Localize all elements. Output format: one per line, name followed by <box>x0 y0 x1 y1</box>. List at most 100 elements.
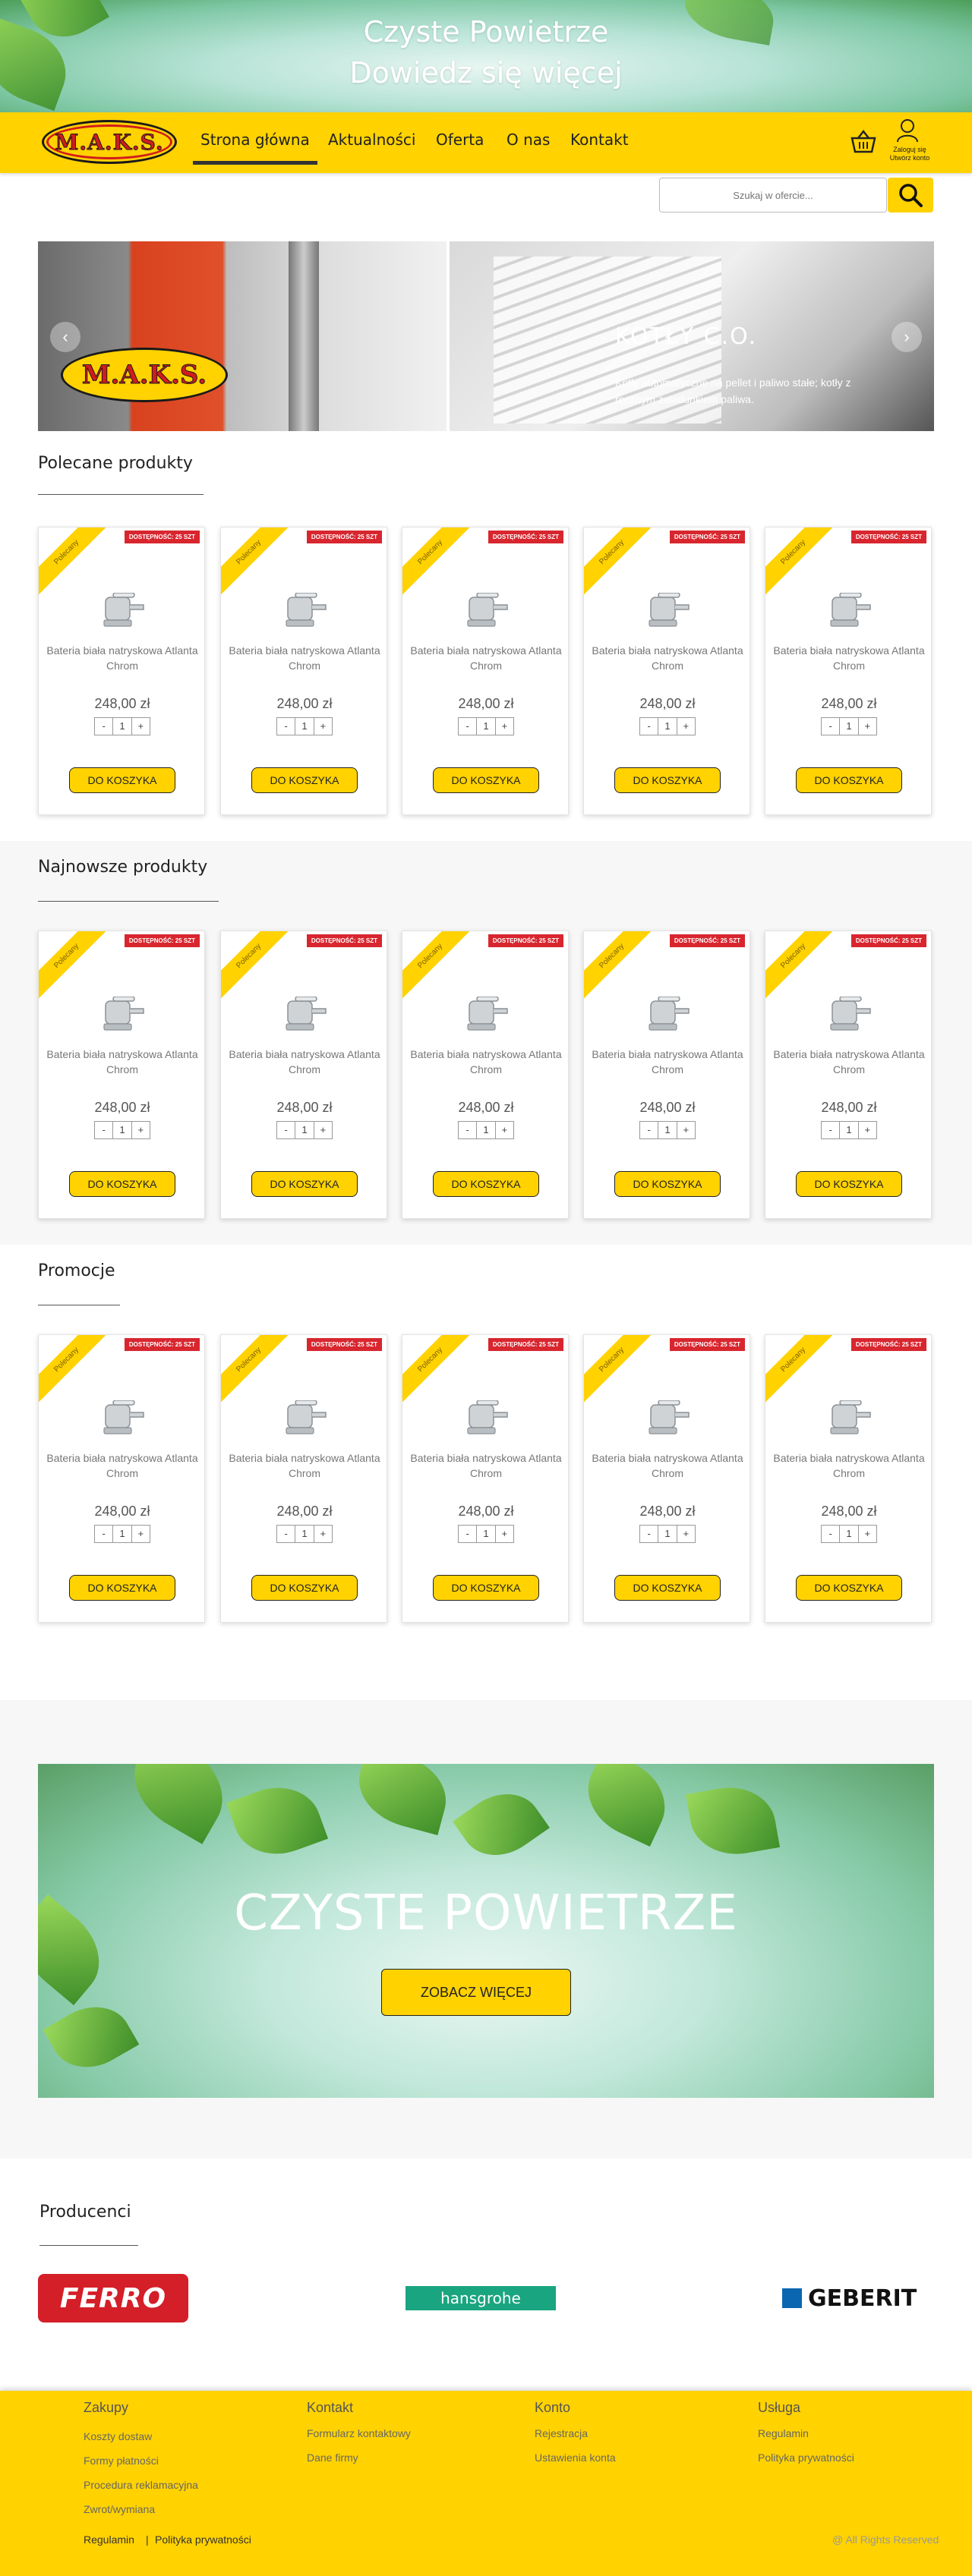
qty-minus-button[interactable]: - <box>822 1526 839 1542</box>
qty-plus-button[interactable]: + <box>494 718 513 735</box>
add-to-cart-button[interactable]: DO KOSZYKA <box>251 767 358 793</box>
site-logo[interactable]: M.A.K.S. <box>42 120 177 164</box>
footer-link[interactable]: Regulamin <box>758 2427 809 2439</box>
register-link[interactable]: Utwórz konto <box>882 154 937 162</box>
qty-plus-button[interactable]: + <box>131 1122 150 1138</box>
qty-value[interactable]: 1 <box>295 718 313 735</box>
add-to-cart-button[interactable]: DO KOSZYKA <box>614 1171 721 1197</box>
banner-title-line2[interactable]: Dowiedz się więcej <box>0 55 972 91</box>
product-card[interactable]: Polecany DOSTĘPNOŚĆ: 25 SZT Bateria biał… <box>220 931 387 1219</box>
add-to-cart-button[interactable]: DO KOSZYKA <box>69 1171 175 1197</box>
qty-minus-button[interactable]: - <box>640 1526 658 1542</box>
add-to-cart-button[interactable]: DO KOSZYKA <box>433 767 539 793</box>
hero-slider[interactable]: M.A.K.S. KOTŁY C.O. Kotły automatyczne n… <box>38 241 934 431</box>
product-name[interactable]: Bateria biała natryskowa Atlanta Chrom <box>46 1450 198 1481</box>
qty-minus-button[interactable]: - <box>95 1122 112 1138</box>
slider-next-button[interactable]: › <box>892 322 922 352</box>
footer-link[interactable]: Formy płatności <box>84 2455 159 2467</box>
product-name[interactable]: Bateria biała natryskowa Atlanta Chrom <box>592 643 743 673</box>
add-to-cart-button[interactable]: DO KOSZYKA <box>433 1171 539 1197</box>
qty-plus-button[interactable]: + <box>313 1122 332 1138</box>
footer-link[interactable]: Dane firmy <box>307 2452 358 2464</box>
add-to-cart-button[interactable]: DO KOSZYKA <box>251 1575 358 1601</box>
footer-link[interactable]: Zwrot/wymiana <box>84 2503 155 2515</box>
footer-link[interactable]: Formularz kontaktowy <box>307 2427 411 2439</box>
product-name[interactable]: Bateria biała natryskowa Atlanta Chrom <box>592 1450 743 1481</box>
product-card[interactable]: Polecany DOSTĘPNOŚĆ: 25 SZT Bateria biał… <box>765 1334 932 1623</box>
add-to-cart-button[interactable]: DO KOSZYKA <box>614 767 721 793</box>
product-card[interactable]: Polecany DOSTĘPNOŚĆ: 25 SZT Bateria biał… <box>38 931 205 1219</box>
qty-plus-button[interactable]: + <box>676 1122 695 1138</box>
qty-value[interactable]: 1 <box>476 1526 494 1542</box>
qty-minus-button[interactable]: - <box>822 718 839 735</box>
nav-home[interactable]: Strona główna <box>193 131 317 165</box>
add-to-cart-button[interactable]: DO KOSZYKA <box>796 1575 902 1601</box>
product-card[interactable]: Polecany DOSTĘPNOŚĆ: 25 SZT Bateria biał… <box>765 931 932 1219</box>
product-card[interactable]: Polecany DOSTĘPNOŚĆ: 25 SZT Bateria biał… <box>583 931 750 1219</box>
qty-plus-button[interactable]: + <box>131 718 150 735</box>
qty-minus-button[interactable]: - <box>459 718 476 735</box>
product-card[interactable]: Polecany DOSTĘPNOŚĆ: 25 SZT Bateria biał… <box>765 527 932 815</box>
qty-minus-button[interactable]: - <box>277 1122 295 1138</box>
brand-hansgrohe[interactable]: hansgrohe <box>406 2286 556 2310</box>
qty-plus-button[interactable]: + <box>676 718 695 735</box>
basket-icon[interactable] <box>849 129 878 155</box>
see-more-button[interactable]: ZOBACZ WIĘCEJ <box>381 1969 571 2016</box>
product-card[interactable]: Polecany DOSTĘPNOŚĆ: 25 SZT Bateria biał… <box>583 527 750 815</box>
qty-value[interactable]: 1 <box>476 1122 494 1138</box>
add-to-cart-button[interactable]: DO KOSZYKA <box>69 767 175 793</box>
product-card[interactable]: Polecany DOSTĘPNOŚĆ: 25 SZT Bateria biał… <box>402 527 569 815</box>
product-name[interactable]: Bateria biała natryskowa Atlanta Chrom <box>410 643 562 673</box>
nav-offer[interactable]: Oferta <box>436 131 484 149</box>
qty-plus-button[interactable]: + <box>131 1526 150 1542</box>
product-card[interactable]: Polecany DOSTĘPNOŚĆ: 25 SZT Bateria biał… <box>38 1334 205 1623</box>
add-to-cart-button[interactable]: DO KOSZYKA <box>796 767 902 793</box>
qty-plus-button[interactable]: + <box>313 1526 332 1542</box>
slider-prev-button[interactable]: ‹ <box>50 322 80 352</box>
qty-value[interactable]: 1 <box>112 1526 131 1542</box>
qty-minus-button[interactable]: - <box>459 1122 476 1138</box>
qty-value[interactable]: 1 <box>476 718 494 735</box>
top-banner[interactable]: Czyste Powietrze Dowiedz się więcej <box>0 0 972 112</box>
qty-value[interactable]: 1 <box>295 1526 313 1542</box>
footer-regulamin-link[interactable]: Regulamin <box>84 2533 134 2546</box>
qty-value[interactable]: 1 <box>295 1122 313 1138</box>
product-name[interactable]: Bateria biała natryskowa Atlanta Chrom <box>229 1450 380 1481</box>
add-to-cart-button[interactable]: DO KOSZYKA <box>251 1171 358 1197</box>
qty-minus-button[interactable]: - <box>640 718 658 735</box>
user-icon[interactable] <box>896 118 919 143</box>
qty-minus-button[interactable]: - <box>95 718 112 735</box>
nav-about[interactable]: O nas <box>507 131 550 149</box>
qty-plus-button[interactable]: + <box>313 718 332 735</box>
footer-link[interactable]: Polityka prywatności <box>758 2452 854 2464</box>
add-to-cart-button[interactable]: DO KOSZYKA <box>614 1575 721 1601</box>
qty-plus-button[interactable]: + <box>857 1122 876 1138</box>
account-links[interactable]: Zaloguj się Utwórz konto <box>882 146 937 162</box>
product-name[interactable]: Bateria biała natryskowa Atlanta Chrom <box>410 1450 562 1481</box>
footer-link[interactable]: Ustawienia konta <box>535 2452 616 2464</box>
footer-link[interactable]: Procedura reklamacyjna <box>84 2479 198 2491</box>
qty-value[interactable]: 1 <box>112 1122 131 1138</box>
product-name[interactable]: Bateria biała natryskowa Atlanta Chrom <box>46 1047 198 1077</box>
footer-link[interactable]: Koszty dostaw <box>84 2430 152 2442</box>
nav-news[interactable]: Aktualności <box>328 131 415 149</box>
qty-value[interactable]: 1 <box>839 1122 857 1138</box>
qty-minus-button[interactable]: - <box>822 1122 839 1138</box>
product-name[interactable]: Bateria biała natryskowa Atlanta Chrom <box>46 643 198 673</box>
brand-ferro[interactable]: FERRO <box>38 2274 188 2322</box>
qty-value[interactable]: 1 <box>658 718 676 735</box>
product-name[interactable]: Bateria biała natryskowa Atlanta Chrom <box>229 1047 380 1077</box>
product-card[interactable]: Polecany DOSTĘPNOŚĆ: 25 SZT Bateria biał… <box>38 527 205 815</box>
qty-minus-button[interactable]: - <box>640 1122 658 1138</box>
product-card[interactable]: Polecany DOSTĘPNOŚĆ: 25 SZT Bateria biał… <box>402 931 569 1219</box>
qty-value[interactable]: 1 <box>839 1526 857 1542</box>
qty-plus-button[interactable]: + <box>857 718 876 735</box>
product-name[interactable]: Bateria biała natryskowa Atlanta Chrom <box>229 643 380 673</box>
qty-plus-button[interactable]: + <box>857 1526 876 1542</box>
qty-minus-button[interactable]: - <box>277 1526 295 1542</box>
product-card[interactable]: Polecany DOSTĘPNOŚĆ: 25 SZT Bateria biał… <box>402 1334 569 1623</box>
qty-value[interactable]: 1 <box>112 718 131 735</box>
add-to-cart-button[interactable]: DO KOSZYKA <box>796 1171 902 1197</box>
product-card[interactable]: Polecany DOSTĘPNOŚĆ: 25 SZT Bateria biał… <box>220 1334 387 1623</box>
nav-contact[interactable]: Kontakt <box>570 131 629 149</box>
